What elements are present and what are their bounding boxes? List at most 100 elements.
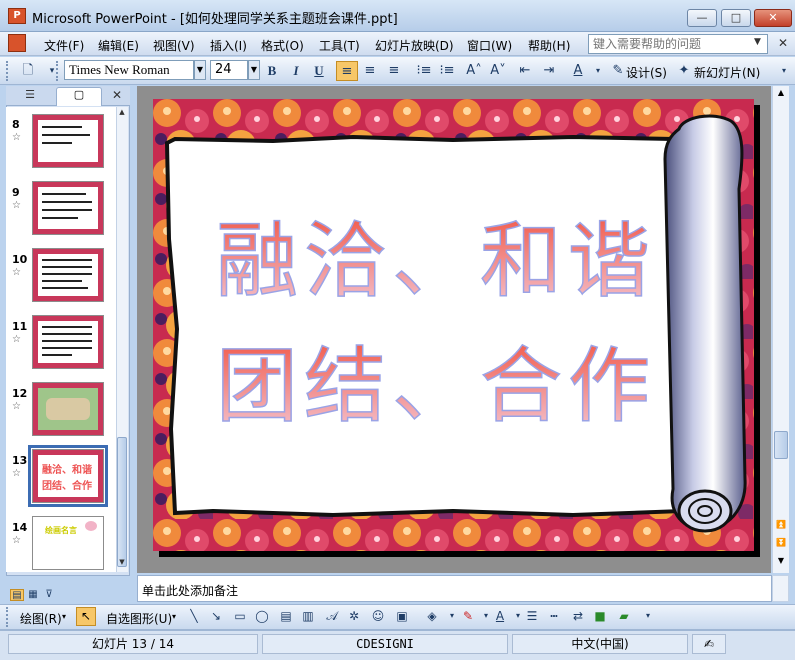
help-search-input[interactable] [588,34,768,54]
autoshapes-menu-button[interactable]: 自选图形(U) [106,610,172,627]
underline-button[interactable]: U [309,61,329,81]
thumb-line: 融洽、和谐 [42,465,92,476]
3d-style-icon[interactable]: ▰ [616,607,632,625]
chevron-down-icon[interactable]: ▾ [588,61,608,81]
line-icon[interactable]: ╲ [186,607,202,625]
slide-thumbnail[interactable] [32,248,104,302]
thumb-line: 团结、合作 [42,481,92,492]
scrollbar-thumb[interactable] [117,437,127,567]
bullets-icon[interactable]: ⁝≡ [437,61,457,81]
chevron-down-icon[interactable]: ▾ [172,612,176,621]
slide-thumbnail[interactable]: 绘画名言 [32,516,104,570]
menu-view[interactable]: 视图(V) [153,37,195,54]
line-color-icon[interactable]: ✎ [460,607,476,625]
toolbar-grip[interactable] [56,61,60,81]
fill-color-icon[interactable]: ◈ [424,607,440,625]
draw-menu-button[interactable]: 绘图(R) [20,610,62,627]
shadow-style-icon[interactable]: ■ [592,607,608,625]
scroll-up-icon[interactable]: ▲ [774,88,788,102]
chevron-down-icon[interactable]: ▾ [444,607,460,625]
picture-icon[interactable]: ▣ [394,607,410,625]
oval-icon[interactable]: ◯ [254,607,270,625]
align-left-icon[interactable]: ≡ [336,61,358,81]
slide-thumbnail-selected[interactable]: 融洽、和谐 团结、合作 [32,449,104,503]
new-slide-button[interactable]: 新幻灯片(N) [694,64,760,81]
menu-tools[interactable]: 工具(T) [319,37,360,54]
slide-thumbnail[interactable] [32,181,104,235]
menu-slideshow[interactable]: 幻灯片放映(D) [375,37,454,54]
doc-close-icon[interactable]: ✕ [778,36,788,50]
chevron-down-icon[interactable]: ▼ [194,60,206,80]
toolbar-options-icon[interactable]: ▾ [640,607,656,625]
line-style-icon[interactable]: ☰ [524,607,540,625]
new-slide-icon[interactable]: ✦ [674,61,694,81]
chevron-down-icon[interactable]: ▼ [248,60,260,80]
slideshow-view-icon[interactable]: ⊽ [42,589,56,601]
notes-scrollbar[interactable] [772,575,789,602]
font-name-select[interactable]: Times New Roman [64,60,194,80]
numbering-icon[interactable]: ⁝≡ [414,61,434,81]
dash-style-icon[interactable]: ┅ [546,607,562,625]
scrollbar-thumb[interactable] [774,431,788,459]
chevron-down-icon[interactable]: ▼ [754,37,761,47]
pointer-icon[interactable]: ↖ [76,607,96,626]
menu-edit[interactable]: 编辑(E) [98,37,139,54]
arrow-icon[interactable]: ↘ [208,607,224,625]
arrow-style-icon[interactable]: ⇄ [570,607,586,625]
toolbar-options-icon[interactable]: ▾ [774,61,794,81]
slide-thumbnail[interactable] [32,114,104,168]
menu-file[interactable]: 文件(F) [44,37,84,54]
close-icon[interactable]: ✕ [112,88,122,102]
close-button[interactable]: ✕ [754,9,792,27]
menu-insert[interactable]: 插入(I) [210,37,247,54]
maximize-button[interactable]: □ [721,9,751,27]
font-color-icon[interactable]: A [568,61,588,81]
previous-slide-icon[interactable]: ⏫ [774,520,788,534]
slide-sorter-icon[interactable]: ▦ [26,589,40,601]
next-slide-icon[interactable]: ⏬ [774,538,788,552]
italic-button[interactable]: I [286,61,306,81]
menu-format[interactable]: 格式(O) [261,37,304,54]
scroll-down-icon[interactable]: ▼ [774,556,788,570]
slide-title-line2[interactable]: 团结、合作 [215,338,656,435]
powerpoint-app-icon[interactable]: P [8,8,26,24]
document-icon[interactable] [8,34,26,52]
vertical-textbox-icon[interactable]: ▥ [300,607,316,625]
wordart-icon[interactable]: 𝒜 [324,607,340,625]
decrease-indent-icon[interactable]: ⇤ [515,61,535,81]
bold-button[interactable]: B [262,61,282,81]
design-button[interactable]: 设计(S) [626,64,667,81]
textbox-icon[interactable]: ▤ [278,607,294,625]
slide-scrollbar[interactable] [772,86,789,573]
decrease-font-icon[interactable]: A˅ [488,61,508,81]
outline-tab-icon[interactable]: ☰ [10,88,50,105]
align-center-icon[interactable]: ≡ [360,61,380,81]
slide-title-line1[interactable]: 融洽、和谐 [215,213,656,310]
increase-indent-icon[interactable]: ⇥ [539,61,559,81]
chevron-down-icon[interactable]: ▾ [62,612,66,621]
diagram-icon[interactable]: ✲ [346,607,362,625]
new-document-icon[interactable]: 🗋 [18,61,38,81]
slides-tab-icon[interactable]: ▢ [56,87,102,106]
clipart-icon[interactable]: ☺ [370,607,386,625]
toolbar-grip[interactable] [6,61,10,81]
toolbar-grip[interactable] [6,607,10,627]
normal-view-icon[interactable]: ▤ [10,589,24,601]
slide-thumbnail[interactable] [32,382,104,436]
notes-pane[interactable]: 单击此处添加备注 [137,575,772,602]
font-color-icon[interactable]: A [492,607,508,625]
scroll-up-icon[interactable]: ▲ [116,108,128,122]
minimize-button[interactable]: — [687,9,717,27]
rectangle-icon[interactable]: ▭ [232,607,248,625]
menu-window[interactable]: 窗口(W) [467,37,512,54]
slide-thumbnail[interactable] [32,315,104,369]
font-size-select[interactable]: 24 [210,60,248,80]
align-right-icon[interactable]: ≡ [384,61,404,81]
increase-font-icon[interactable]: A˄ [464,61,484,81]
scroll-down-icon[interactable]: ▼ [116,558,128,572]
menu-help[interactable]: 帮助(H) [528,37,570,54]
current-slide[interactable]: 融洽、和谐 团结、合作 [153,99,754,551]
slide-position-status: 幻灯片 13 / 14 [8,634,258,654]
spelling-check-icon[interactable]: ✍ [692,634,726,654]
design-icon[interactable]: ✎ [608,61,628,81]
